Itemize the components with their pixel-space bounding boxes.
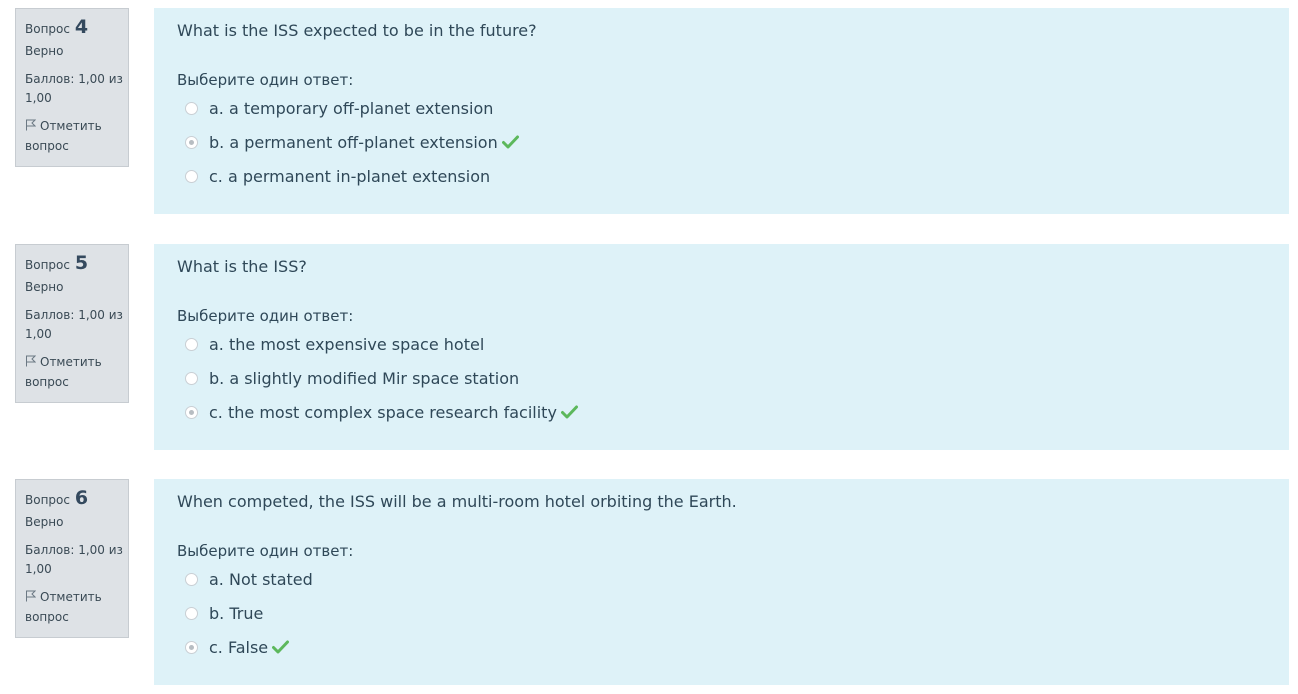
flag-icon bbox=[26, 119, 36, 131]
question-label: Вопрос bbox=[25, 493, 70, 507]
question-state: Верно bbox=[25, 44, 64, 58]
question-content: When competed, the ISS will be a multi-r… bbox=[154, 479, 1289, 685]
answer-prompt: Выберите один ответ: bbox=[177, 71, 354, 89]
question-text: When competed, the ISS will be a multi-r… bbox=[177, 492, 737, 511]
question-grade: Баллов: 1,00 из 1,00 bbox=[25, 308, 123, 341]
answer-label: c. False bbox=[209, 635, 290, 661]
answer-radio[interactable] bbox=[185, 573, 198, 586]
correct-check-icon bbox=[501, 135, 519, 149]
answer-label: b. True bbox=[209, 604, 264, 623]
question-info: Вопрос 4 Верно Баллов: 1,00 из 1,00 Отме… bbox=[15, 8, 129, 167]
correct-check-icon bbox=[272, 640, 290, 654]
question-number-line: Вопрос 5 bbox=[25, 251, 119, 275]
flag-icon bbox=[26, 355, 36, 367]
question-info: Вопрос 6 Верно Баллов: 1,00 из 1,00 Отме… bbox=[15, 479, 129, 638]
answer-radio[interactable] bbox=[185, 406, 198, 419]
question-text: What is the ISS? bbox=[177, 257, 307, 276]
answer-radio[interactable] bbox=[185, 170, 198, 183]
flag-question-label: Отметить вопрос bbox=[25, 119, 102, 153]
flag-question-label: Отметить вопрос bbox=[25, 355, 102, 389]
answer-radio[interactable] bbox=[185, 372, 198, 385]
question-number: 6 bbox=[74, 487, 89, 509]
question-number: 5 bbox=[74, 252, 89, 274]
question-4: Вопрос 4 Верно Баллов: 1,00 из 1,00 Отме… bbox=[0, 8, 1298, 214]
question-number-line: Вопрос 4 bbox=[25, 15, 119, 39]
question-info: Вопрос 5 Верно Баллов: 1,00 из 1,00 Отме… bbox=[15, 244, 129, 403]
answer-radio[interactable] bbox=[185, 607, 198, 620]
question-6: Вопрос 6 Верно Баллов: 1,00 из 1,00 Отме… bbox=[0, 479, 1298, 685]
question-content: What is the ISS expected to be in the fu… bbox=[154, 8, 1289, 214]
question-state: Верно bbox=[25, 515, 64, 529]
answer-radio[interactable] bbox=[185, 102, 198, 115]
answer-label: a. a temporary off-planet extension bbox=[209, 99, 494, 118]
answer-radio[interactable] bbox=[185, 136, 198, 149]
flag-question-link[interactable]: Отметить вопрос bbox=[25, 352, 119, 392]
flag-question-link[interactable]: Отметить вопрос bbox=[25, 587, 119, 627]
answer-label: b. a slightly modified Mir space station bbox=[209, 369, 520, 388]
question-number: 4 bbox=[74, 16, 89, 38]
question-grade: Баллов: 1,00 из 1,00 bbox=[25, 72, 123, 105]
question-content: What is the ISS? Выберите один ответ: a.… bbox=[154, 244, 1289, 450]
correct-check-icon bbox=[560, 405, 578, 419]
answer-radio[interactable] bbox=[185, 641, 198, 654]
quiz-review: Вопрос 4 Верно Баллов: 1,00 из 1,00 Отме… bbox=[0, 0, 1298, 694]
answer-label: c. the most complex space research facil… bbox=[209, 400, 578, 426]
question-text: What is the ISS expected to be in the fu… bbox=[177, 21, 537, 40]
answer-prompt: Выберите один ответ: bbox=[177, 542, 354, 560]
question-5: Вопрос 5 Верно Баллов: 1,00 из 1,00 Отме… bbox=[0, 244, 1298, 450]
answer-prompt: Выберите один ответ: bbox=[177, 307, 354, 325]
question-number-line: Вопрос 6 bbox=[25, 486, 119, 510]
answer-label: a. the most expensive space hotel bbox=[209, 335, 485, 354]
answer-label: a. Not stated bbox=[209, 570, 313, 589]
answer-label: c. a permanent in-planet extension bbox=[209, 167, 491, 186]
answer-label: b. a permanent off-planet extension bbox=[209, 130, 519, 156]
flag-question-link[interactable]: Отметить вопрос bbox=[25, 116, 119, 156]
answer-radio[interactable] bbox=[185, 338, 198, 351]
question-label: Вопрос bbox=[25, 258, 70, 272]
flag-question-label: Отметить вопрос bbox=[25, 590, 102, 624]
question-label: Вопрос bbox=[25, 22, 70, 36]
question-state: Верно bbox=[25, 280, 64, 294]
flag-icon bbox=[26, 590, 36, 602]
question-grade: Баллов: 1,00 из 1,00 bbox=[25, 543, 123, 576]
